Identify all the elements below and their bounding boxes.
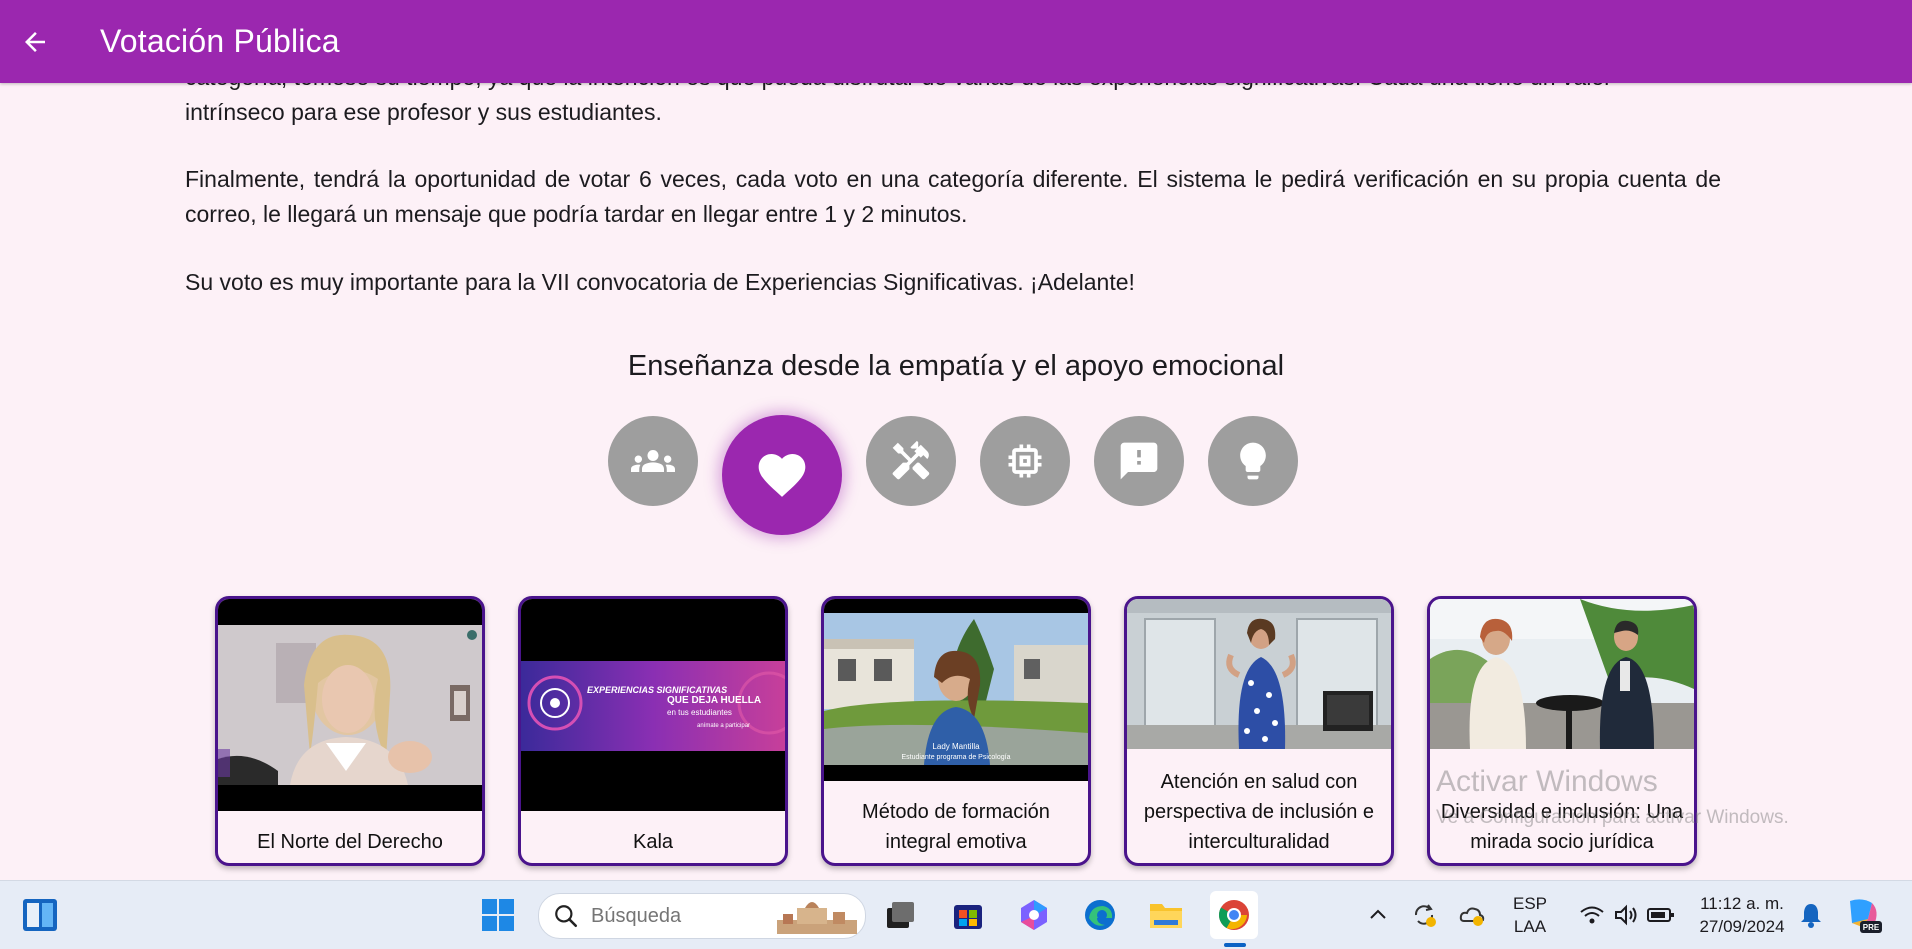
- watermark-subtitle: Ve a Configuración para activar Windows.: [1436, 807, 1789, 828]
- keyboard-layout: LAA: [1513, 917, 1547, 936]
- experience-card-2[interactable]: EXPERIENCIAS SIGNIFICATIVAS QUE DEJA HUE…: [518, 596, 788, 866]
- feedback-icon: [1120, 442, 1158, 480]
- widgets-button[interactable]: [20, 896, 60, 934]
- folder-icon: [1150, 904, 1182, 928]
- chevron-up-icon: [1370, 909, 1386, 919]
- sync-tray-button[interactable]: [1408, 899, 1440, 931]
- experience-card-4[interactable]: Atención en salud con perspectiva de inc…: [1124, 596, 1394, 866]
- start-button[interactable]: [478, 896, 518, 934]
- taskbar-search[interactable]: [538, 893, 866, 939]
- clock[interactable]: 11:12 a. m. 27/09/2024: [1692, 892, 1792, 938]
- thumb-cta-text: anímate a participar: [697, 723, 750, 729]
- m365-copilot-icon: [1021, 900, 1047, 930]
- instructions-paragraph-2: Finalmente, tendrá la oportunidad de vot…: [185, 166, 1721, 227]
- video-thumbnail: [1430, 599, 1694, 749]
- thumb-caption-name: Lady Mantilla: [932, 742, 980, 751]
- taskbar-app-taskview[interactable]: [878, 895, 922, 935]
- notifications-button[interactable]: [1796, 899, 1826, 931]
- watermark-title: Activar Windows: [1436, 765, 1658, 798]
- quick-settings-button[interactable]: [1572, 899, 1682, 931]
- active-app-indicator: [1224, 943, 1246, 947]
- widgets-icon: [23, 899, 57, 931]
- search-input[interactable]: [589, 903, 773, 929]
- clock-time: 11:12 a. m.: [1700, 894, 1784, 913]
- arrow-back-icon: [25, 31, 45, 52]
- thumb-sub-text: en tus estudiantes: [667, 708, 732, 717]
- category-button-tools[interactable]: [866, 416, 956, 506]
- card-title: Método de formación integral emotiva: [862, 801, 1050, 853]
- battery-icon: [1647, 908, 1674, 922]
- cloud-warning-icon: [1459, 907, 1485, 926]
- volume-icon: [1615, 904, 1637, 926]
- tools-icon: [892, 440, 930, 480]
- taskbar-app-chrome[interactable]: [1210, 891, 1258, 947]
- video-thumbnail: [1127, 599, 1391, 749]
- card-title: Kala: [632, 831, 674, 853]
- thumb-brand-text: EXPERIENCIAS SIGNIFICATIVAS: [587, 685, 727, 695]
- thumb-tagline-text: QUE DEJA HUELLA: [667, 695, 761, 706]
- category-button-technology[interactable]: [980, 416, 1070, 506]
- page-title: Votación Pública: [100, 23, 340, 59]
- copilot-button[interactable]: PRE: [1840, 893, 1884, 937]
- show-hidden-icons-button[interactable]: [1364, 901, 1392, 929]
- chip-icon: [1008, 444, 1042, 478]
- taskbar-app-explorer[interactable]: [1144, 895, 1188, 935]
- video-thumbnail: Lady Mantilla Estudiante programa de Psi…: [824, 599, 1088, 781]
- task-view-icon: [887, 902, 914, 928]
- copilot-icon: PRE: [1850, 899, 1882, 933]
- chrome-icon: [1219, 900, 1249, 930]
- category-button-empathy[interactable]: [722, 415, 842, 535]
- store-icon: [954, 905, 982, 929]
- search-highlight-icon: [777, 902, 857, 934]
- back-button[interactable]: [0, 0, 70, 83]
- video-thumbnail: [218, 599, 482, 811]
- search-icon: [555, 905, 578, 928]
- heart-icon: [758, 454, 806, 497]
- line-tail: intrínseco para ese profesor y sus estud…: [185, 99, 662, 125]
- language-indicator[interactable]: ESP LAA: [1500, 892, 1560, 938]
- onedrive-tray-button[interactable]: [1456, 899, 1488, 931]
- experience-card-1[interactable]: El Norte del Derecho: [215, 596, 485, 866]
- sync-icon: [1414, 904, 1436, 927]
- thumb-caption-role: Estudiante programa de Psicología: [902, 754, 1011, 761]
- category-button-groups[interactable]: [608, 416, 698, 506]
- wifi-icon: [1580, 906, 1604, 924]
- windows-activation-watermark: Activar Windows Ve a Configuración para …: [1436, 765, 1789, 829]
- clock-date: 27/09/2024: [1699, 917, 1785, 936]
- copilot-badge: PRE: [1863, 923, 1880, 932]
- windows-taskbar: ESP LAA 11:12 a. m. 27/09/2024: [0, 880, 1912, 949]
- taskbar-app-store[interactable]: [946, 895, 990, 935]
- instructions-paragraph-3: Su voto es muy importante para la VII co…: [185, 269, 1135, 295]
- lightbulb-icon: [1240, 442, 1266, 480]
- app-bar: Votación Pública: [0, 0, 1912, 83]
- category-button-innovation[interactable]: [1208, 416, 1298, 506]
- card-title: El Norte del Derecho: [257, 831, 443, 853]
- category-title: Enseñanza desde la empatía y el apoyo em…: [627, 350, 1285, 382]
- groups-icon: [631, 450, 675, 472]
- taskbar-app-copilot[interactable]: [1012, 895, 1056, 935]
- card-title: Atención en salud con perspectiva de inc…: [1143, 771, 1375, 853]
- language-code: ESP: [1512, 894, 1548, 913]
- experience-card-3[interactable]: Lady Mantilla Estudiante programa de Psi…: [821, 596, 1091, 866]
- windows-logo-icon: [482, 899, 514, 931]
- taskbar-app-edge[interactable]: [1078, 895, 1122, 935]
- video-thumbnail: EXPERIENCIAS SIGNIFICATIVAS QUE DEJA HUE…: [521, 599, 785, 811]
- category-button-feedback[interactable]: [1094, 416, 1184, 506]
- edge-icon: [1085, 900, 1115, 930]
- bell-icon: [1801, 904, 1821, 928]
